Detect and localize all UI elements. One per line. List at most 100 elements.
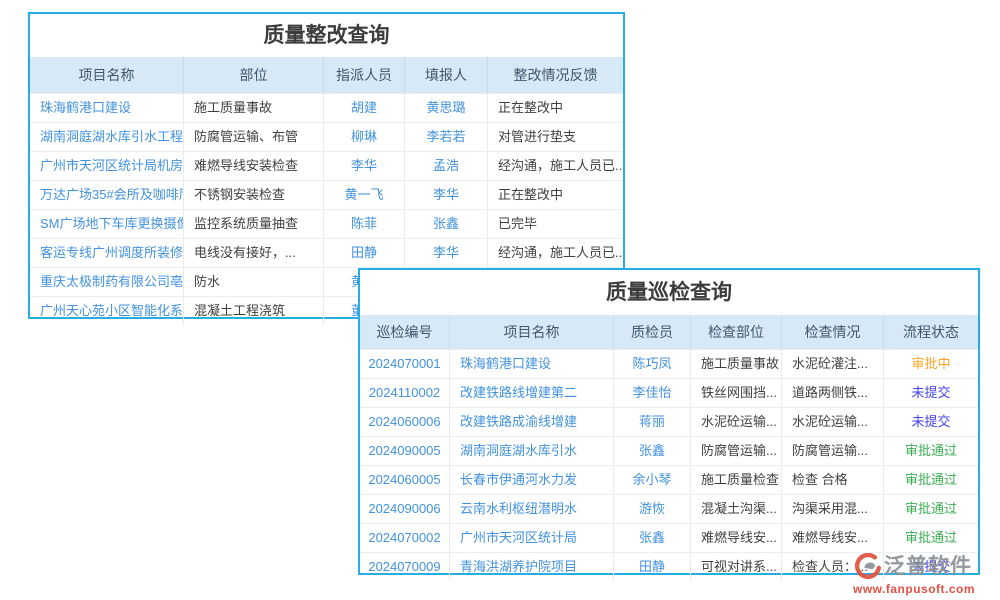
cell-reporter[interactable]: 李华 [404,181,487,209]
column-header-feedback: 整改情况反馈 [487,57,623,93]
table-row: 2024090006 云南水利枢纽潜明水 游恢 混凝土沟渠... 沟渠采用混..… [360,494,978,523]
cell-flow-status: 审批通过 [883,437,978,465]
cell-reporter[interactable]: 张鑫 [404,210,487,238]
cell-part: 监控系统质量抽查 [183,210,323,238]
cell-inspection-id[interactable]: 2024060005 [360,466,449,494]
cell-inspector[interactable]: 李佳怡 [613,379,690,407]
cell-check-part: 可视对讲系... [690,553,781,581]
cell-check-situation: 水泥砼灌注... [781,350,883,378]
cell-check-part: 防腐管运输... [690,437,781,465]
cell-reporter[interactable]: 李若若 [404,123,487,151]
watermark: 泛普软件 www.fanpusoft.com [853,553,975,596]
table-row: 2024060005 长春市伊通河水力发 余小琴 施工质量检查 检查 合格 审批… [360,465,978,494]
cell-assignee[interactable]: 陈菲 [323,210,404,238]
cell-check-part: 铁丝网围挡... [690,379,781,407]
cell-check-situation: 道路两侧铁... [781,379,883,407]
cell-flow-status: 审批中 [883,350,978,378]
cell-project[interactable]: 湖南洞庭湖水库引水工程施 [30,123,183,151]
table-header-row: 项目名称 部位 指派人员 填报人 整改情况反馈 [30,57,623,93]
cell-flow-status: 审批通过 [883,495,978,523]
cell-reporter[interactable]: 黄思璐 [404,94,487,122]
cell-inspector[interactable]: 游恢 [613,495,690,523]
panel-title: 质量巡检查询 [360,270,978,315]
cell-project[interactable]: 长春市伊通河水力发 [449,466,613,494]
cell-inspector[interactable]: 蒋丽 [613,408,690,436]
cell-check-part: 混凝土沟渠... [690,495,781,523]
cell-part: 防水 [183,268,323,296]
cell-inspector[interactable]: 张鑫 [613,524,690,552]
cell-inspection-id[interactable]: 2024110002 [360,379,449,407]
screen: 质量整改查询 项目名称 部位 指派人员 填报人 整改情况反馈 珠海鹤港口建设 施… [0,0,1000,600]
cell-project[interactable]: 青海洪湖养护院项目 [449,553,613,581]
cell-project[interactable]: 广州天心苑小区智能化系统 [30,297,183,325]
cell-feedback: 正在整改中 [487,94,623,122]
cell-inspector[interactable]: 田静 [613,553,690,581]
cell-inspection-id[interactable]: 2024090005 [360,437,449,465]
table-row: SM广场地下车库更换摄像机 监控系统质量抽查 陈菲 张鑫 已完毕 [30,209,623,238]
cell-part: 防腐管运输、布管 [183,123,323,151]
cell-check-situation: 难燃导线安... [781,524,883,552]
cell-assignee[interactable]: 黄一飞 [323,181,404,209]
column-header-check-part: 检查部位 [690,315,781,349]
column-header-project: 项目名称 [30,57,183,93]
cell-project[interactable]: 重庆太极制药有限公司亳州 [30,268,183,296]
cell-project[interactable]: 广州市天河区统计局 [449,524,613,552]
cell-feedback: 经沟通，施工人员已... [487,152,623,180]
cell-check-part: 难燃导线安... [690,524,781,552]
cell-assignee[interactable]: 李华 [323,152,404,180]
cell-check-situation: 防腐管运输... [781,437,883,465]
column-header-inspection-id: 巡检编号 [360,315,449,349]
column-header-assignee: 指派人员 [323,57,404,93]
cell-assignee[interactable]: 柳琳 [323,123,404,151]
cell-inspection-id[interactable]: 2024070001 [360,350,449,378]
cell-reporter[interactable]: 孟浩 [404,152,487,180]
cell-part: 电线没有接好，... [183,239,323,267]
cell-inspection-id[interactable]: 2024090006 [360,495,449,523]
cell-inspection-id[interactable]: 2024060006 [360,408,449,436]
cell-reporter[interactable]: 李华 [404,239,487,267]
watermark-url: www.fanpusoft.com [853,582,975,596]
cell-part: 不锈钢安装检查 [183,181,323,209]
cell-project[interactable]: 广州市天河区统计局机房改 [30,152,183,180]
table-row: 湖南洞庭湖水库引水工程施 防腐管运输、布管 柳琳 李若若 对管进行垫支 [30,122,623,151]
cell-project[interactable]: 改建铁路线增建第二 [449,379,613,407]
cell-check-part: 水泥砼运输... [690,408,781,436]
cell-inspector[interactable]: 陈巧凤 [613,350,690,378]
cell-project[interactable]: 珠海鹤港口建设 [30,94,183,122]
table-row: 万达广场35#会所及咖啡厅 不锈钢安装检查 黄一飞 李华 正在整改中 [30,180,623,209]
column-header-part: 部位 [183,57,323,93]
cell-project[interactable]: 湖南洞庭湖水库引水 [449,437,613,465]
cell-inspector[interactable]: 余小琴 [613,466,690,494]
cell-inspection-id[interactable]: 2024070002 [360,524,449,552]
column-header-flow-status: 流程状态 [883,315,978,349]
cell-check-part: 施工质量事故 [690,350,781,378]
fanpu-logo-icon [853,553,881,581]
cell-part: 难燃导线安装检查 [183,152,323,180]
cell-part: 混凝土工程浇筑 [183,297,323,325]
table-row: 2024070001 珠海鹤港口建设 陈巧凤 施工质量事故 水泥砼灌注... 审… [360,349,978,378]
cell-feedback: 对管进行垫支 [487,123,623,151]
cell-project[interactable]: 客运专线广州调度所装修项 [30,239,183,267]
column-header-inspector: 质检员 [613,315,690,349]
table-row: 2024090005 湖南洞庭湖水库引水 张鑫 防腐管运输... 防腐管运输..… [360,436,978,465]
cell-assignee[interactable]: 田静 [323,239,404,267]
cell-flow-status: 未提交 [883,379,978,407]
cell-project[interactable]: 改建铁路成渝线增建 [449,408,613,436]
cell-project[interactable]: 珠海鹤港口建设 [449,350,613,378]
cell-project[interactable]: 万达广场35#会所及咖啡厅 [30,181,183,209]
watermark-brand-text: 泛普软件 [884,553,972,581]
table-row: 2024060006 改建铁路成渝线增建 蒋丽 水泥砼运输... 水泥砼运输..… [360,407,978,436]
cell-project[interactable]: SM广场地下车库更换摄像机 [30,210,183,238]
column-header-reporter: 填报人 [404,57,487,93]
cell-project[interactable]: 云南水利枢纽潜明水 [449,495,613,523]
cell-inspection-id[interactable]: 2024070009 [360,553,449,581]
cell-check-situation: 检查 合格 [781,466,883,494]
cell-check-situation: 水泥砼运输... [781,408,883,436]
cell-flow-status: 审批通过 [883,524,978,552]
cell-check-situation: 沟渠采用混... [781,495,883,523]
table-header-row: 巡检编号 项目名称 质检员 检查部位 检查情况 流程状态 [360,315,978,349]
cell-check-part: 施工质量检查 [690,466,781,494]
cell-inspector[interactable]: 张鑫 [613,437,690,465]
cell-assignee[interactable]: 胡建 [323,94,404,122]
table-row: 广州市天河区统计局机房改 难燃导线安装检查 李华 孟浩 经沟通，施工人员已... [30,151,623,180]
